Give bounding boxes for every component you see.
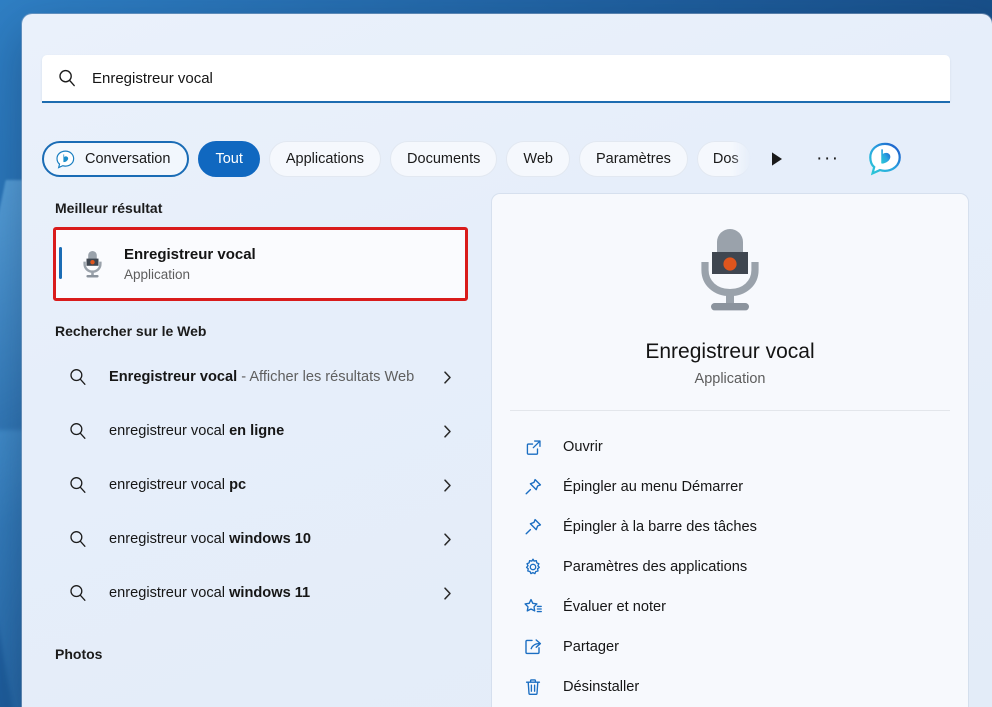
chip-tout-label: Tout bbox=[215, 151, 243, 167]
app-action-item[interactable]: Paramètres des applications bbox=[492, 547, 968, 587]
preview-app-type: Application bbox=[694, 371, 766, 387]
app-action-label: Ouvrir bbox=[563, 439, 603, 455]
web-suggestion-row[interactable]: enregistreur vocal pc bbox=[54, 458, 458, 512]
search-icon bbox=[67, 528, 89, 550]
chip-web[interactable]: Web bbox=[506, 141, 570, 177]
chip-dossiers-label: Dos bbox=[712, 151, 739, 167]
bing-chat-icon bbox=[55, 149, 76, 170]
app-action-label: Paramètres des applications bbox=[563, 559, 748, 575]
rate-star-icon bbox=[522, 596, 544, 618]
open-external-icon bbox=[522, 436, 544, 458]
app-preview-panel: Enregistreur vocal Application Ouvrir Épi… bbox=[492, 194, 968, 707]
microphone-app-icon bbox=[77, 247, 107, 281]
chip-applications-label: Applications bbox=[285, 151, 365, 167]
share-icon bbox=[522, 636, 544, 658]
chip-conversation-label: Conversation bbox=[85, 151, 171, 167]
web-suggestion-row[interactable]: enregistreur vocal en ligne bbox=[54, 404, 458, 458]
section-title-photos: Photos bbox=[55, 646, 103, 662]
best-match-result-row[interactable]: Enregistreur vocal Application bbox=[56, 230, 465, 298]
section-title-web-search: Rechercher sur le Web bbox=[55, 323, 207, 339]
windows-search-panel: Conversation Tout Applications Documents… bbox=[22, 14, 992, 707]
app-action-label: Épingler à la barre des tâches bbox=[563, 519, 757, 535]
web-suggestion-label: Enregistreur vocal - Afficher les résult… bbox=[109, 368, 415, 385]
play-arrow-icon[interactable] bbox=[762, 142, 792, 176]
search-box[interactable] bbox=[42, 55, 950, 101]
app-action-item[interactable]: Désinstaller bbox=[492, 667, 968, 707]
app-action-item[interactable]: Ouvrir bbox=[492, 427, 968, 467]
results-column: Meilleur résultat Enregistreur vocal App… bbox=[22, 181, 474, 707]
chevron-right-icon bbox=[436, 586, 458, 601]
app-action-label: Évaluer et noter bbox=[563, 599, 667, 615]
bing-chat-avatar-icon[interactable] bbox=[866, 140, 904, 178]
section-title-best-match: Meilleur résultat bbox=[55, 200, 163, 216]
chip-parametres-label: Paramètres bbox=[595, 151, 671, 167]
web-suggestion-label: enregistreur vocal windows 11 bbox=[109, 584, 311, 601]
search-icon bbox=[67, 366, 89, 388]
trash-icon bbox=[522, 676, 544, 698]
best-match-title: Enregistreur vocal bbox=[124, 245, 256, 263]
web-suggestion-label: enregistreur vocal en ligne bbox=[109, 422, 285, 439]
chevron-right-icon bbox=[436, 424, 458, 439]
web-suggestion-label: enregistreur vocal windows 10 bbox=[109, 530, 311, 547]
app-action-item[interactable]: Partager bbox=[492, 627, 968, 667]
web-suggestion-row[interactable]: enregistreur vocal windows 10 bbox=[54, 512, 458, 566]
search-box-container bbox=[42, 55, 950, 103]
microphone-app-icon bbox=[688, 225, 772, 317]
chip-documents-label: Documents bbox=[407, 151, 481, 167]
app-action-item[interactable]: Épingler à la barre des tâches bbox=[492, 507, 968, 547]
ellipsis-icon[interactable]: ··· bbox=[811, 142, 845, 176]
gear-icon bbox=[522, 556, 544, 578]
chip-applications[interactable]: Applications bbox=[268, 141, 382, 177]
search-icon bbox=[67, 420, 89, 442]
search-focus-underline bbox=[42, 101, 950, 103]
web-suggestion-row[interactable]: Enregistreur vocal - Afficher les résult… bbox=[54, 350, 458, 404]
chevron-right-icon bbox=[436, 532, 458, 547]
chip-documents[interactable]: Documents bbox=[390, 141, 498, 177]
chip-dossiers-clipped[interactable]: Dos bbox=[696, 141, 751, 177]
best-match-text: Enregistreur vocal Application bbox=[124, 245, 256, 284]
chevron-right-icon bbox=[436, 478, 458, 493]
chip-web-label: Web bbox=[523, 151, 553, 167]
web-suggestion-list: Enregistreur vocal - Afficher les résult… bbox=[54, 350, 474, 620]
chip-conversation[interactable]: Conversation bbox=[42, 141, 190, 177]
selection-indicator bbox=[59, 247, 62, 279]
search-icon bbox=[67, 474, 89, 496]
app-action-item[interactable]: Évaluer et noter bbox=[492, 587, 968, 627]
preview-hero: Enregistreur vocal Application bbox=[492, 194, 968, 387]
app-action-label: Désinstaller bbox=[563, 679, 640, 695]
web-suggestion-label: enregistreur vocal pc bbox=[109, 476, 247, 493]
pin-icon bbox=[522, 516, 544, 538]
filter-chip-bar: Conversation Tout Applications Documents… bbox=[42, 137, 950, 181]
best-match-subtitle: Application bbox=[124, 266, 191, 282]
web-suggestion-row[interactable]: enregistreur vocal windows 11 bbox=[54, 566, 458, 620]
search-input[interactable] bbox=[92, 69, 936, 87]
pin-icon bbox=[522, 476, 544, 498]
chevron-right-icon bbox=[436, 370, 458, 385]
search-icon bbox=[67, 582, 89, 604]
app-action-list: Ouvrir Épingler au menu Démarrer Épingler … bbox=[492, 411, 968, 707]
app-action-label: Épingler au menu Démarrer bbox=[563, 479, 744, 495]
chip-tout[interactable]: Tout bbox=[198, 141, 260, 177]
preview-app-name: Enregistreur vocal bbox=[645, 340, 815, 363]
best-match-annotation-box: Enregistreur vocal Application bbox=[53, 227, 468, 301]
app-action-label: Partager bbox=[563, 639, 619, 655]
chip-parametres[interactable]: Paramètres bbox=[578, 141, 688, 177]
app-action-item[interactable]: Épingler au menu Démarrer bbox=[492, 467, 968, 507]
search-icon bbox=[56, 67, 78, 89]
